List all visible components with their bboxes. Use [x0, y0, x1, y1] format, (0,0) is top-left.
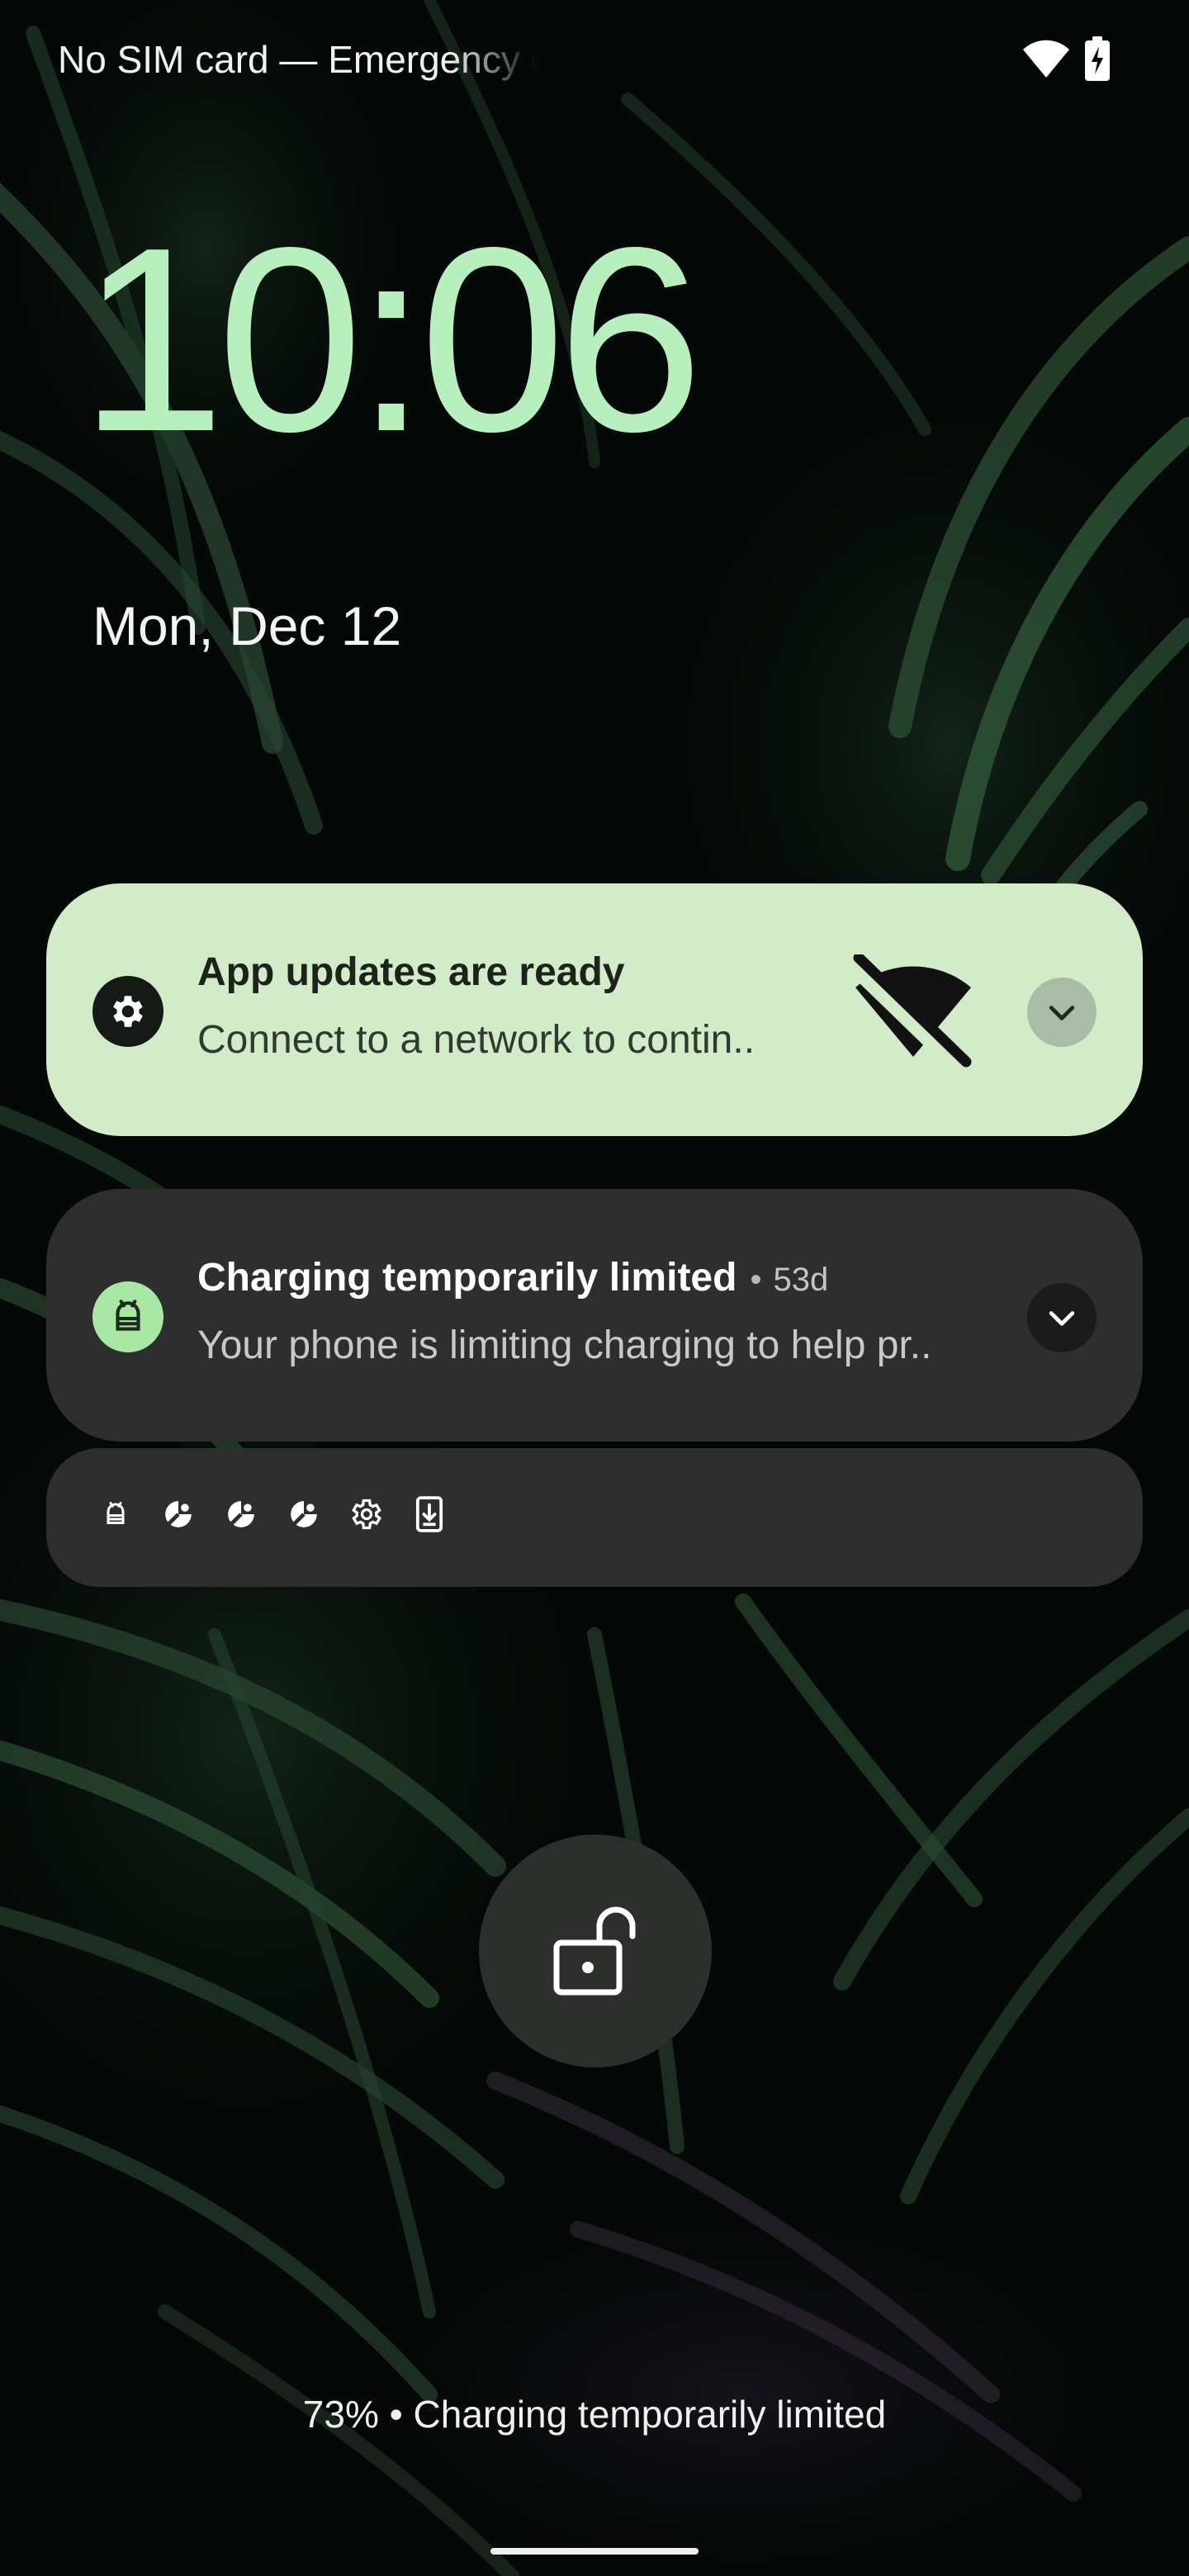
unlocked-padlock-icon — [553, 1906, 636, 1996]
gear-icon — [348, 1494, 385, 1534]
expand-button[interactable] — [1027, 1283, 1097, 1352]
leaf-icon — [223, 1494, 259, 1534]
battery-charging-icon — [1085, 36, 1110, 81]
chevron-down-icon — [1049, 1311, 1075, 1326]
notification-body: Connect to a network to contin.. — [197, 1018, 756, 1062]
lockscreen-date: Mon, Dec 12 — [92, 595, 402, 656]
notification-shelf-icons — [97, 1494, 448, 1534]
notification-shelf[interactable] — [46, 1448, 1143, 1587]
notification-body: Your phone is limiting charging to help … — [197, 1324, 932, 1367]
chevron-down-icon — [1049, 1006, 1075, 1020]
gesture-handle[interactable] — [490, 2548, 699, 2555]
notification-title: Charging temporarily limited — [197, 1256, 737, 1300]
wifi-icon — [1023, 40, 1069, 78]
leaf-icon — [286, 1494, 322, 1534]
status-bar: No SIM card — Emergency calls only — [0, 0, 1189, 116]
notification-app-icon — [92, 1281, 163, 1352]
notification-time: 53d — [773, 1262, 829, 1298]
leaf-icon — [160, 1494, 197, 1534]
wifi-off-icon — [847, 954, 972, 1070]
unlock-button[interactable] — [479, 1835, 712, 2067]
android-icon — [116, 1300, 140, 1331]
notification-charging[interactable]: Charging temporarily limited • 53d Your ph… — [46, 1189, 1143, 1442]
notification-header: Charging temporarily limited • 53d — [197, 1253, 828, 1303]
expand-button[interactable] — [1027, 978, 1097, 1047]
notification-title: App updates are ready — [197, 950, 625, 994]
charging-indication: 73% • Charging temporarily limited — [302, 2393, 887, 2436]
gear-icon — [113, 996, 143, 1027]
phone-download-icon — [411, 1494, 448, 1534]
lockscreen-clock: 10:06 — [79, 193, 703, 486]
notification-app-updates[interactable]: App updates are ready Connect to a netwo… — [46, 883, 1143, 1136]
notification-app-icon — [92, 976, 163, 1047]
carrier-text: No SIM card — Emergency calls only — [58, 38, 537, 81]
android-icon — [97, 1494, 134, 1534]
header-separator: • — [750, 1262, 762, 1298]
